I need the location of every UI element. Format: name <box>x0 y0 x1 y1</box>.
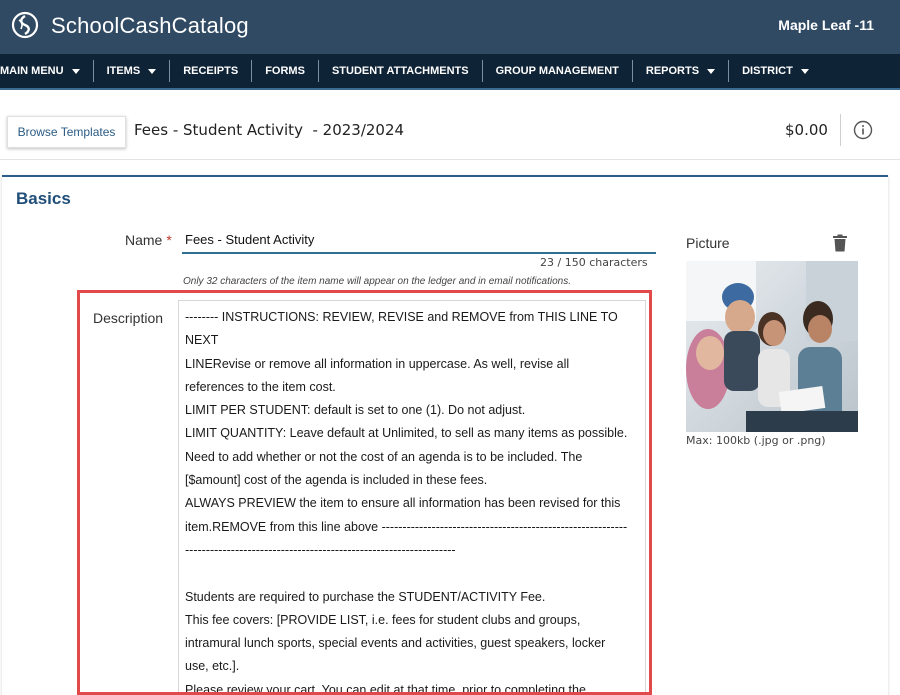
description-line <box>185 562 643 585</box>
picture-hint: Max: 100kb (.jpg or .png) <box>686 434 826 447</box>
name-hint: Only 32 characters of the item name will… <box>183 276 571 287</box>
page-title: Fees - Student Activity - 2023/2024 <box>134 121 405 139</box>
nav-item-receipts[interactable]: RECEIPTS <box>170 60 253 82</box>
nav-label: GROUP MANAGEMENT <box>495 65 619 77</box>
caret-down-icon <box>707 68 716 74</box>
nav-label: MAIN MENU <box>0 65 64 77</box>
nav-item-items[interactable]: ITEMS <box>94 60 171 82</box>
section-title: Basics <box>16 189 71 208</box>
caret-down-icon <box>148 68 157 74</box>
item-picture[interactable] <box>686 261 858 432</box>
nav-item-student-attachments[interactable]: STUDENT ATTACHMENTS <box>319 60 483 82</box>
trash-icon[interactable] <box>832 234 848 252</box>
description-line: use, etc.]. <box>185 659 240 674</box>
top-header: SchoolCashCatalog Maple Leaf -11 <box>0 0 900 54</box>
description-line: intramural lunch sports, special events … <box>185 636 606 651</box>
description-line: -------- INSTRUCTIONS: REVIEW, REVISE an… <box>185 310 618 348</box>
description-line: LIMIT PER STUDENT: default is set to one… <box>185 403 526 418</box>
nav-label: STUDENT ATTACHMENTS <box>331 65 469 77</box>
logo-icon[interactable] <box>11 11 39 39</box>
description-line: This fee covers: [PROVIDE LIST, i.e. fee… <box>185 612 581 627</box>
brand-name[interactable]: SchoolCashCatalog <box>51 13 249 39</box>
name-label-text: Name <box>125 232 163 248</box>
description-line: ALWAYS PREVIEW the item to ensure all in… <box>185 496 621 511</box>
app: SchoolCashCatalog Maple Leaf -11 MAIN ME… <box>0 0 900 695</box>
name-label: Name * <box>125 232 172 248</box>
description-line: references to the item cost. <box>185 379 336 394</box>
nav-item-district[interactable]: DISTRICT <box>729 60 822 82</box>
description-line: LIMIT QUANTITY: Leave default at Unlimit… <box>185 426 628 441</box>
caret-down-icon <box>800 68 809 74</box>
nav-item-forms[interactable]: FORMS <box>252 60 319 82</box>
students-photo <box>686 261 858 432</box>
description-line: item.REMOVE from this line above -------… <box>185 519 628 534</box>
main-nav: MAIN MENU ITEMS RECEIPTS FORMS STUDENT A… <box>0 54 900 90</box>
info-icon[interactable] <box>853 120 873 140</box>
description-line: ----------------------------------------… <box>185 542 456 557</box>
description-line: Please review your cart. You can edit at… <box>185 682 586 695</box>
divider <box>840 114 841 146</box>
caret-down-icon <box>71 68 80 74</box>
nav-item-group-management[interactable]: GROUP MANAGEMENT <box>483 60 633 82</box>
browse-templates-button[interactable]: Browse Templates <box>7 116 126 148</box>
nav-item-reports[interactable]: REPORTS <box>633 60 730 82</box>
description-line: LINERevise or remove all information in … <box>185 356 570 371</box>
nav-label: DISTRICT <box>742 65 793 77</box>
nav-label: RECEIPTS <box>183 65 239 77</box>
nav-item-main-menu[interactable]: MAIN MENU <box>0 60 94 82</box>
description-line: [$amount] cost of the agenda is included… <box>185 473 488 488</box>
description-text[interactable]: -------- INSTRUCTIONS: REVIEW, REVISE an… <box>185 306 643 695</box>
required-marker: * <box>166 232 172 248</box>
picture-label: Picture <box>686 235 730 251</box>
description-line: Need to add whether or not the cost of a… <box>185 449 583 464</box>
description-label: Description <box>93 310 164 326</box>
nav-label: ITEMS <box>106 65 141 77</box>
description-line: Students are required to purchase the ST… <box>185 589 546 604</box>
nav-label: FORMS <box>265 65 305 77</box>
character-count: 23 / 150 characters <box>540 256 648 269</box>
nav-label: REPORTS <box>645 65 700 77</box>
name-input[interactable] <box>182 226 656 254</box>
cart-total: $0.00 <box>785 121 828 139</box>
user-account-name[interactable]: Maple Leaf -11 <box>778 17 874 33</box>
